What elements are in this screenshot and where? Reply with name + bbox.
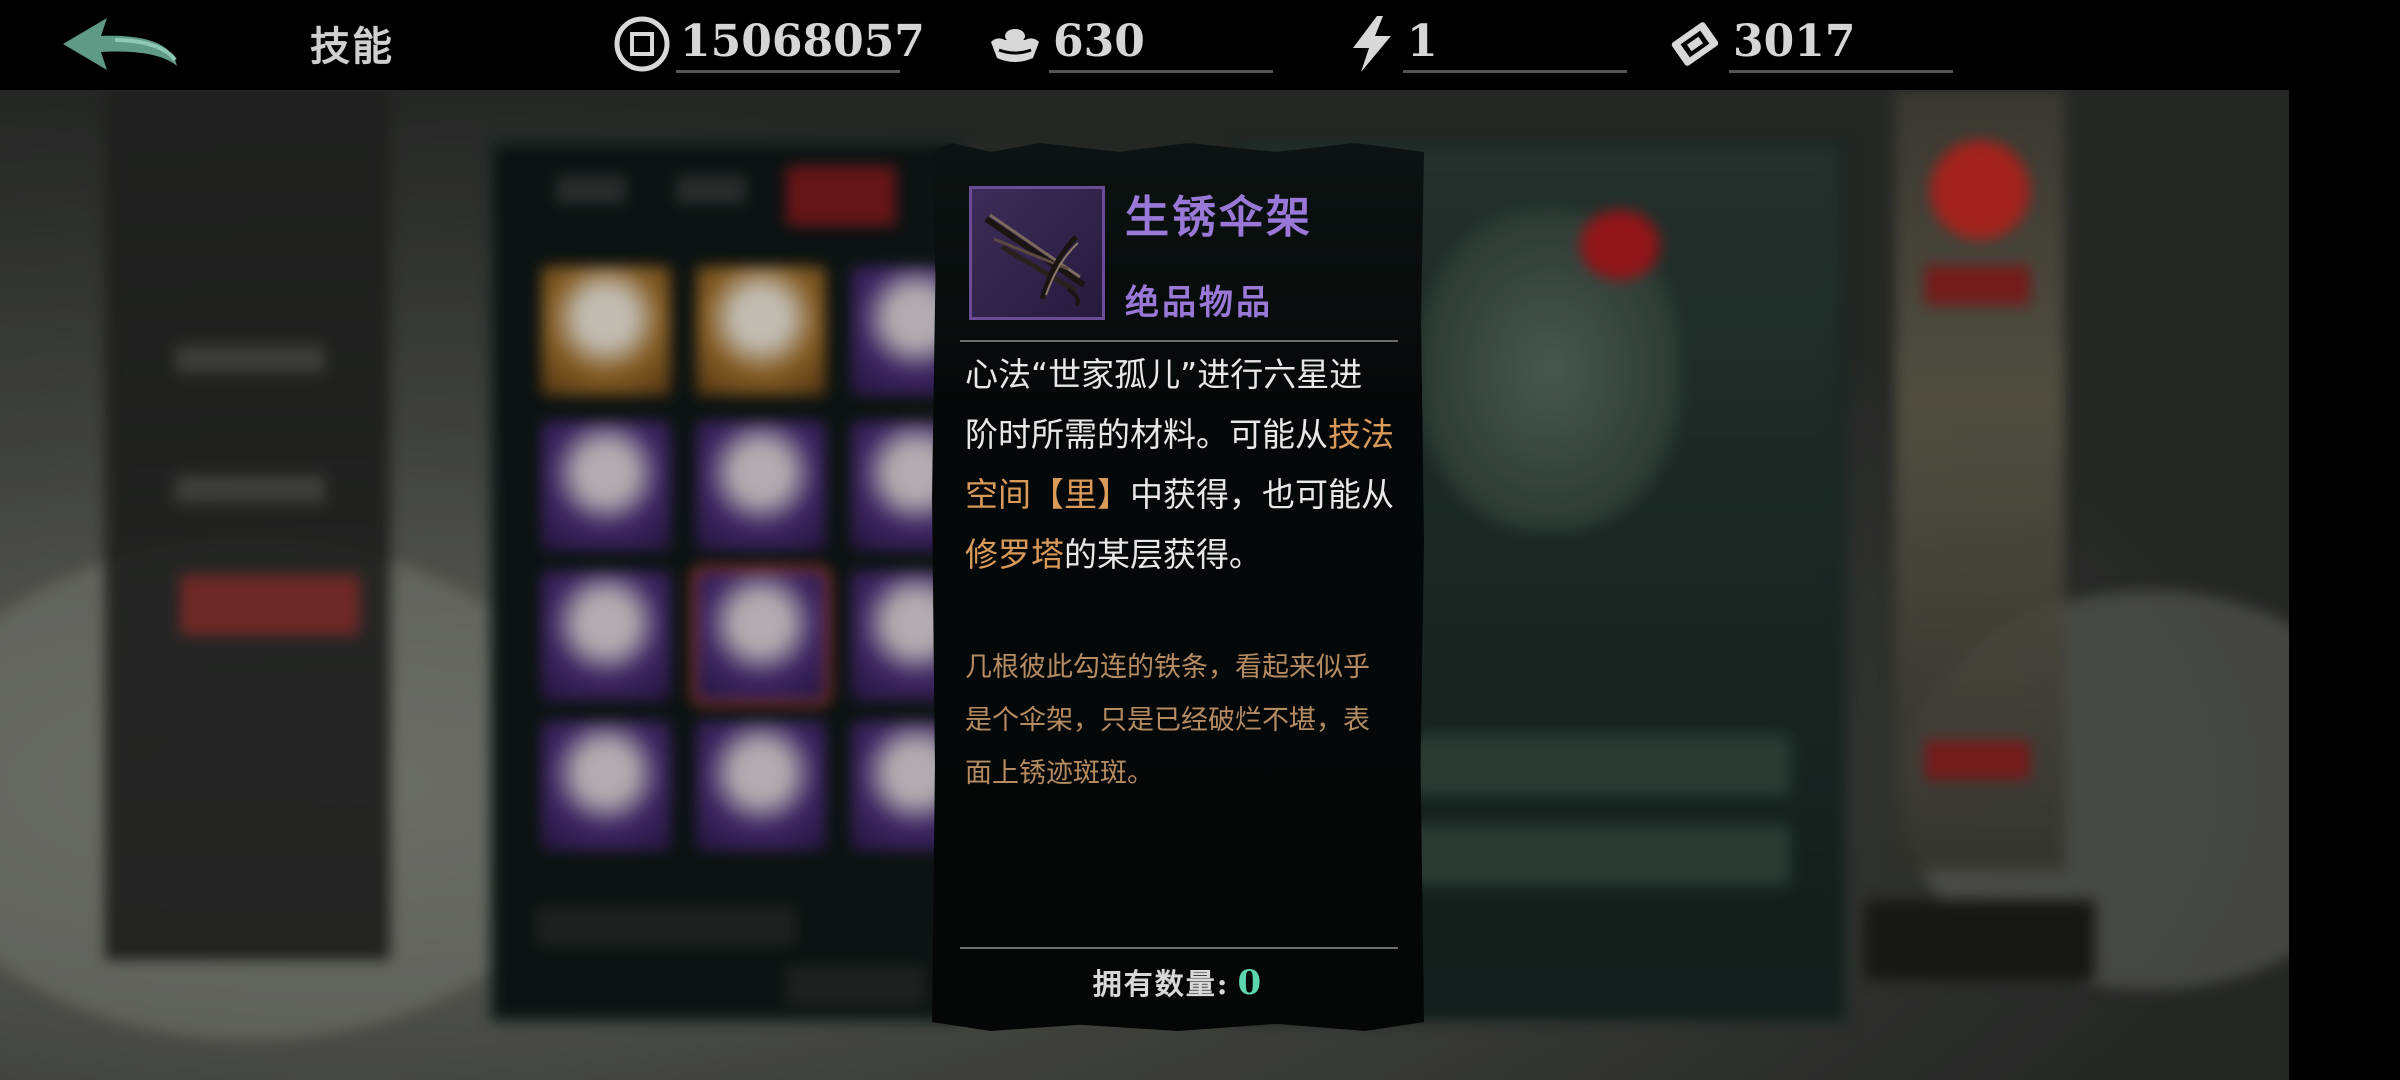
item-grade: 绝品物品 xyxy=(1125,283,1273,323)
back-arrow-icon xyxy=(63,18,177,70)
ticket-scroll-icon xyxy=(1671,22,1719,66)
rusty-umbrella-frame-icon xyxy=(969,186,1105,320)
silver-ingot-value: 630 xyxy=(1053,16,1145,67)
umbrella-frame-icon xyxy=(984,213,1086,307)
item-tooltip: 生锈伞架 绝品物品 心法“世家孤儿”进行六星进阶时所需的材料。可能从技法空间【里… xyxy=(932,143,1424,1031)
page-title: 技能 xyxy=(310,23,394,70)
silver-ingot-icon xyxy=(991,29,1039,62)
back-button[interactable] xyxy=(55,10,195,80)
ticket-value: 3017 xyxy=(1733,16,1856,67)
flavor-text: 几根彼此勾连的铁条，看起来似乎是个伞架，只是已经破烂不堪，表面上锈迹斑斑。 xyxy=(965,652,1370,789)
owned-label: 拥有数量: xyxy=(1092,967,1230,1001)
copper-coin-value: 15068057 xyxy=(680,16,925,67)
item-name: 生锈伞架 xyxy=(1125,192,1313,243)
copper-coin-icon xyxy=(614,16,670,72)
source-highlight: 修罗塔 xyxy=(965,535,1064,574)
divider xyxy=(960,947,1398,949)
top-bar: 技能 15068057 630 1 3017 xyxy=(0,0,2400,90)
owned-quantity: 拥有数量: 0 xyxy=(932,961,1424,1003)
lightning-energy-icon xyxy=(1353,16,1391,72)
item-description: 心法“世家孤儿”进行六星进阶时所需的材料。可能从技法空间【里】中获得，也可能从修… xyxy=(965,355,1394,574)
owned-count: 0 xyxy=(1237,963,1264,1003)
energy-value: 1 xyxy=(1407,16,1438,67)
divider xyxy=(960,340,1398,342)
